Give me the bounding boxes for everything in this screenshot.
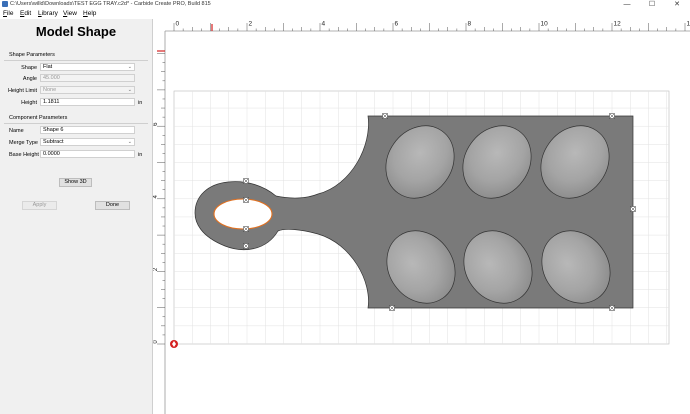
height-unit: in — [138, 100, 143, 106]
top-ruler — [165, 19, 690, 31]
node-handle — [389, 305, 395, 311]
height-label: Height — [21, 100, 37, 106]
height-limit-label: Height Limit — [7, 88, 37, 94]
ruler-label: 14 — [687, 21, 690, 28]
node-handle — [243, 226, 249, 232]
left-ruler — [153, 31, 165, 414]
node-handle — [243, 243, 249, 249]
angle-field: 45.000 — [40, 74, 135, 82]
app-icon — [2, 1, 8, 7]
menu-help[interactable]: Help — [83, 10, 96, 17]
shape-label: Shape — [21, 65, 37, 71]
canvas-svg[interactable]: 02468101214 6420 — [153, 19, 690, 414]
ruler-label: 12 — [614, 21, 622, 28]
shape-parameters-heading: Shape Parameters — [9, 52, 55, 58]
ruler-label: 4 — [322, 21, 326, 28]
handle-hole-selected[interactable] — [213, 198, 273, 230]
node-handle — [609, 113, 615, 119]
menu-edit[interactable]: Edit — [20, 10, 31, 17]
chevron-down-icon: ⌄ — [127, 139, 132, 145]
close-button[interactable]: ✕ — [668, 0, 686, 9]
show-3d-button[interactable]: Show 3D — [59, 178, 92, 187]
base-height-field[interactable]: 0.0000 — [40, 150, 135, 158]
height-field[interactable]: 1.1811 — [40, 98, 135, 106]
ruler-label: 0 — [176, 21, 180, 28]
merge-type-label: Merge Type — [9, 140, 38, 146]
window-title: C:\Users\willd\Downloads\TEST EGG TRAY.c… — [10, 1, 211, 7]
divider — [4, 123, 148, 124]
model-shape-panel: Model Shape Shape Parameters Shape Flat ⌄… — [0, 19, 152, 414]
angle-label: Angle — [22, 76, 37, 82]
chevron-down-icon: ⌄ — [127, 87, 132, 93]
divider — [4, 60, 148, 61]
design-canvas[interactable]: 02468101214 6420 — [153, 19, 690, 414]
node-handle — [609, 305, 615, 311]
ruler-label: 10 — [541, 21, 549, 28]
base-height-label: Base Height — [9, 152, 39, 158]
name-label: Name — [9, 128, 24, 134]
title-bar: C:\Users\willd\Downloads\TEST EGG TRAY.c… — [0, 0, 690, 9]
apply-button[interactable]: Apply — [22, 201, 57, 210]
shape-select[interactable]: Flat ⌄ — [40, 63, 135, 71]
ruler-label: 8 — [468, 21, 472, 28]
base-height-unit: in — [138, 152, 143, 158]
node-handle — [243, 178, 249, 184]
component-parameters-heading: Component Parameters — [9, 115, 68, 121]
ruler-label: 2 — [249, 21, 253, 28]
menu-bar: File Edit Library View Help — [0, 9, 690, 19]
node-handle — [630, 206, 636, 212]
chevron-down-icon: ⌄ — [127, 64, 132, 70]
node-handle — [382, 113, 388, 119]
maximize-button[interactable]: ☐ — [643, 0, 661, 9]
merge-type-select[interactable]: Subtract ⌄ — [40, 138, 135, 146]
menu-library[interactable]: Library — [38, 10, 58, 17]
name-field[interactable]: Shape 6 — [40, 126, 135, 134]
height-limit-select: None ⌄ — [40, 86, 135, 94]
menu-view[interactable]: View — [63, 10, 77, 17]
panel-title: Model Shape — [35, 24, 117, 39]
origin-marker — [170, 340, 178, 348]
menu-file[interactable]: File — [3, 10, 14, 17]
node-handle — [243, 197, 249, 203]
done-button[interactable]: Done — [95, 201, 130, 210]
ruler-label: 6 — [395, 21, 399, 28]
minimize-button[interactable]: — — [618, 0, 636, 9]
